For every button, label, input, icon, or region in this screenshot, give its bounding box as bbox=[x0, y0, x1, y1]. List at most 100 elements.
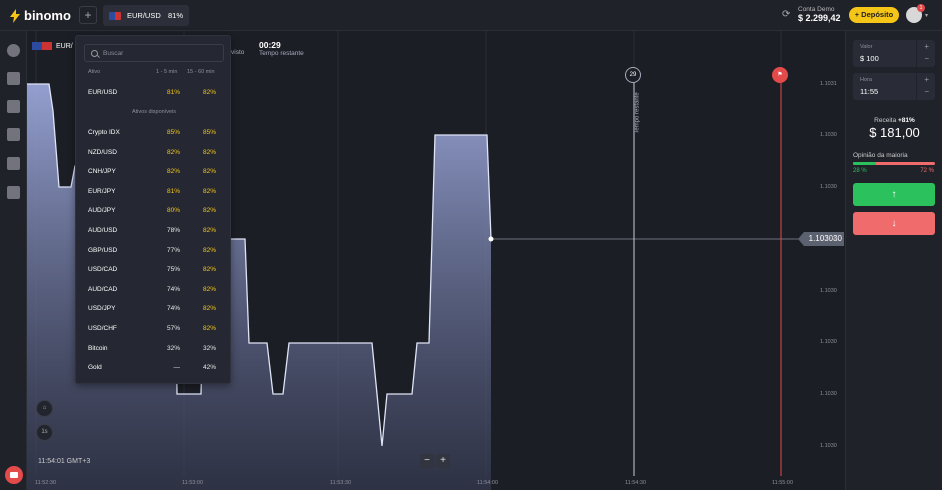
opinion-bar bbox=[853, 162, 935, 165]
asset-row[interactable]: Gold — 42% bbox=[76, 358, 232, 377]
asset-row[interactable]: NZD/USD 82% 82% bbox=[76, 143, 232, 162]
asset-row[interactable]: USD/JPY 74% 82% bbox=[76, 299, 232, 318]
asset-tab[interactable]: EUR/USD 81% bbox=[103, 5, 189, 26]
trade-down-button[interactable]: ↓ bbox=[853, 212, 935, 235]
asset-payout-short: 74% bbox=[166, 285, 180, 293]
asset-row[interactable]: Crypto IDX 85% 85% bbox=[76, 123, 232, 142]
asset-name: AUD/CAD bbox=[88, 285, 118, 293]
asset-name: AUD/USD bbox=[88, 227, 118, 234]
y-tick-label: 1.1030 bbox=[820, 132, 837, 138]
asset-name: USD/CHF bbox=[88, 325, 117, 332]
field-divider bbox=[916, 73, 917, 100]
asset-name: GBP/USD bbox=[88, 246, 118, 254]
visto-label: visto bbox=[231, 49, 245, 56]
time-field[interactable]: Hora 11:55 + − bbox=[853, 73, 935, 100]
amount-value[interactable]: $ 100 bbox=[860, 54, 879, 63]
asset-row[interactable]: AUD/USD 78% 82% bbox=[76, 221, 232, 240]
zoom-out-button[interactable]: − bbox=[420, 454, 434, 468]
asset-row[interactable]: CNH/JPY 82% 82% bbox=[76, 162, 232, 181]
settings-sliders-icon[interactable] bbox=[7, 186, 20, 199]
asset-name: USD/JPY bbox=[88, 305, 116, 313]
asset-payout-long: 82% bbox=[202, 285, 216, 293]
arrow-down-icon: ↓ bbox=[891, 218, 897, 229]
amount-label: Valor bbox=[860, 44, 873, 50]
account-selector[interactable]: ⟳ Conta Demo $ 2.299,42 bbox=[782, 6, 841, 23]
trade-up-button[interactable]: ↑ bbox=[853, 183, 935, 206]
add-tab-button[interactable]: + bbox=[79, 6, 97, 24]
asset-payout-short: 81% bbox=[166, 187, 180, 195]
asset-row[interactable]: EUR/JPY 81% 82% bbox=[76, 182, 232, 201]
search-box[interactable] bbox=[84, 44, 224, 62]
countdown-vertical-label: Tempo restante bbox=[634, 92, 641, 134]
asset-payout-short: 75% bbox=[166, 266, 180, 274]
chevron-down-icon[interactable]: ▾ bbox=[925, 12, 928, 19]
asset-row[interactable]: AUD/CAD 74% 82% bbox=[76, 280, 232, 299]
available-assets-header: Ativos disponíveis bbox=[131, 109, 177, 115]
asset-payout-short: 82% bbox=[166, 148, 180, 156]
trophy-icon[interactable] bbox=[7, 100, 20, 113]
asset-name: USD/CAD bbox=[88, 266, 118, 274]
eur-usd-flag-icon bbox=[32, 42, 52, 50]
zoom-in-button[interactable]: + bbox=[436, 454, 450, 468]
y-tick-label: 1.1030 bbox=[820, 236, 837, 242]
asset-name: CNH/JPY bbox=[88, 168, 116, 176]
asset-payout-long: 82% bbox=[202, 227, 216, 234]
countdown-header: 00:29 Tempo restante bbox=[259, 40, 304, 57]
trade-icon[interactable] bbox=[7, 44, 20, 57]
receita-pct: +81% bbox=[898, 117, 915, 124]
time-minus-button[interactable]: − bbox=[924, 87, 929, 96]
countdown-timer: 00:29 bbox=[259, 40, 281, 50]
amount-field[interactable]: Valor $ 100 + − bbox=[853, 40, 935, 67]
y-tick-label: 1.1030 bbox=[820, 391, 837, 397]
y-tick-label: 1.1031 bbox=[820, 81, 837, 87]
y-tick-label: 1.1030 bbox=[820, 443, 837, 449]
chat-icon[interactable] bbox=[5, 466, 23, 484]
asset-name: Gold bbox=[88, 364, 102, 372]
time-value[interactable]: 11:55 bbox=[860, 87, 878, 96]
asset-tab-payout: 81% bbox=[167, 11, 183, 20]
countdown-label: Tempo restante bbox=[259, 50, 304, 57]
asset-payout-short: 77% bbox=[166, 246, 180, 254]
asset-payout-short: — bbox=[173, 364, 181, 372]
interval-button[interactable]: 1s bbox=[36, 424, 53, 441]
search-input[interactable] bbox=[103, 49, 213, 57]
countdown-marker: 29 bbox=[625, 67, 641, 83]
asset-payout-long: 82% bbox=[202, 305, 216, 313]
refresh-icon[interactable]: ⟳ bbox=[782, 9, 792, 20]
opinion-label: Opinião da maioria bbox=[853, 152, 908, 159]
asset-row[interactable]: Bitcoin 32% 32% bbox=[76, 339, 232, 358]
asset-payout-long: 82% bbox=[202, 246, 216, 254]
asset-payout-short: 74% bbox=[166, 305, 180, 313]
opinion-down-pct: 72 % bbox=[920, 168, 934, 174]
receita-line: Receita +81% bbox=[846, 117, 942, 124]
asset-row-favorite[interactable]: EUR/USD 81% 82% bbox=[76, 83, 232, 102]
amount-minus-button[interactable]: − bbox=[924, 54, 929, 63]
receita-label: Receita bbox=[874, 117, 897, 124]
search-icon bbox=[91, 49, 98, 57]
asset-row[interactable]: USD/CHF 57% 82% bbox=[76, 319, 232, 338]
payout-amount: $ 181,00 bbox=[869, 125, 920, 140]
gift-icon[interactable] bbox=[7, 128, 20, 141]
chart-type-button[interactable]: ⌂ bbox=[36, 400, 53, 417]
amount-plus-button[interactable]: + bbox=[924, 42, 929, 51]
asset-name: EUR/USD bbox=[88, 89, 118, 96]
calendar-icon[interactable] bbox=[7, 157, 20, 170]
chart-icon[interactable] bbox=[7, 72, 20, 85]
deposit-button[interactable]: + Depósito bbox=[849, 7, 899, 23]
asset-payout-long: 82% bbox=[202, 148, 216, 156]
asset-payout-long: 42% bbox=[202, 364, 216, 372]
x-tick-label: 11:54:00 bbox=[477, 480, 499, 486]
asset-row[interactable]: USD/CAD 75% 82% bbox=[76, 260, 232, 279]
col-long-header: 15 - 60 min bbox=[187, 69, 215, 75]
asset-payout-short: 85% bbox=[166, 129, 180, 136]
logo[interactable]: binomo bbox=[10, 8, 71, 23]
asset-row[interactable]: AUD/JPY 80% 82% bbox=[76, 201, 232, 220]
time-plus-button[interactable]: + bbox=[924, 75, 929, 84]
time-label: Hora bbox=[860, 77, 872, 83]
asset-row[interactable]: GBP/USD 77% 82% bbox=[76, 241, 232, 260]
chart-asset-label[interactable]: EUR/ bbox=[32, 42, 73, 50]
asset-payout-short: 80% bbox=[166, 207, 180, 215]
asset-payout-long: 82% bbox=[202, 325, 216, 332]
x-tick-label: 11:54:30 bbox=[625, 480, 647, 486]
asset-name: AUD/JPY bbox=[88, 207, 116, 215]
